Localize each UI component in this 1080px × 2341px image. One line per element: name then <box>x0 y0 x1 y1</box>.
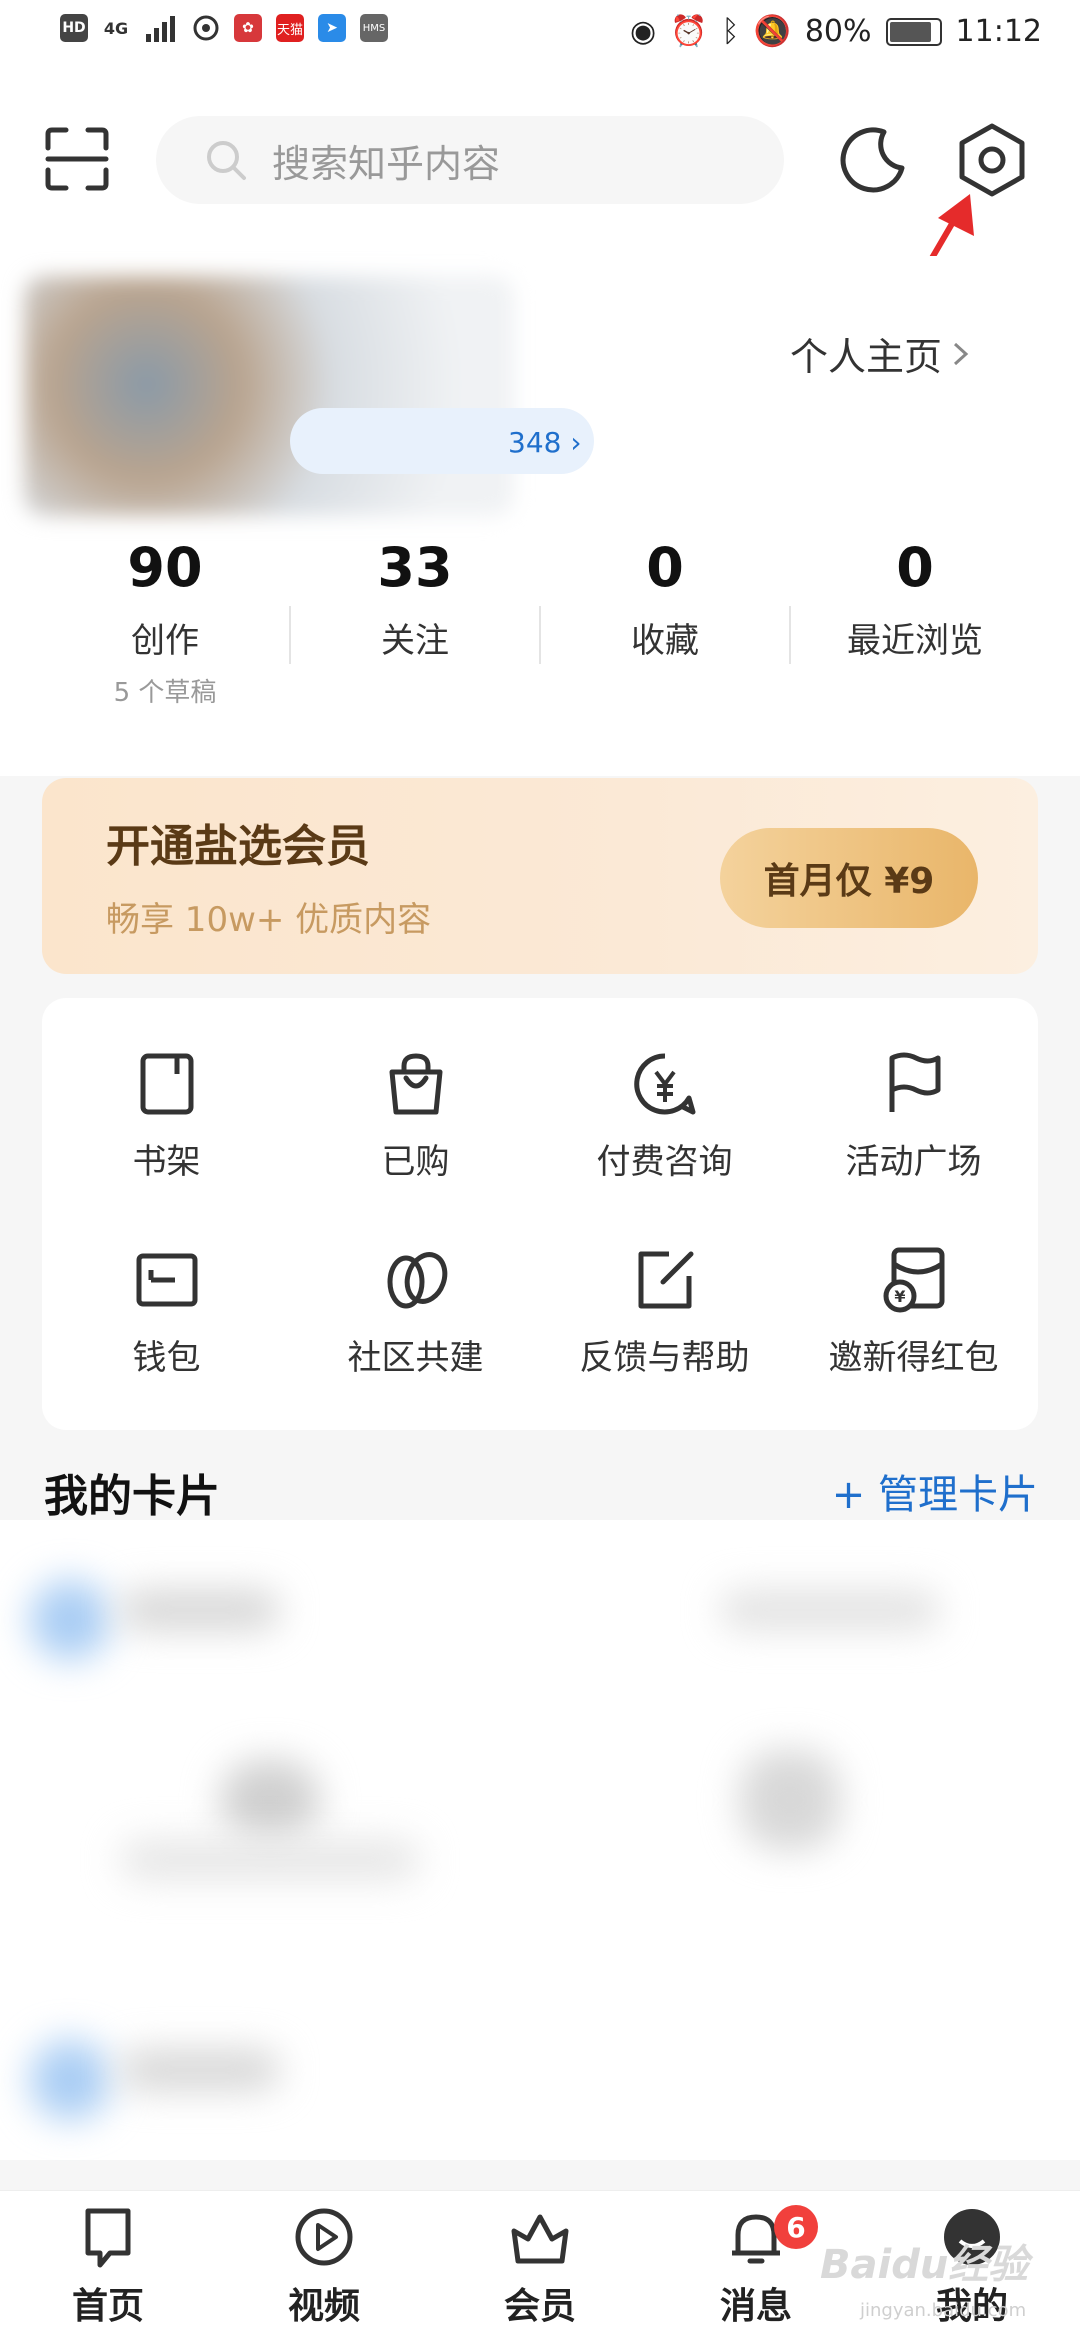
stat-label: 收藏 <box>631 621 699 661</box>
stat-label: 最近浏览 <box>847 621 983 661</box>
watermark: Baidu经验 <box>820 2242 1029 2288</box>
stat-following[interactable]: 33 关注 <box>290 536 540 662</box>
grid-label: 书架 <box>132 1142 201 1182</box>
stat-favorites[interactable]: 0 收藏 <box>540 536 790 662</box>
nav-video[interactable]: 视频 <box>216 2205 432 2329</box>
profile-section: 348 › 个人主页 90 创作 5 个草稿 33 关注 0 收藏 0 最近浏览 <box>0 256 1080 776</box>
grid-label: 钱包 <box>132 1338 201 1378</box>
stat-drafts: 5 个草稿 <box>113 678 217 708</box>
home-icon <box>85 2208 131 2268</box>
search-icon <box>207 141 246 180</box>
clock: 11:12 <box>955 14 1042 49</box>
search-placeholder: 搜索知乎内容 <box>272 141 501 186</box>
grid-label: 邀新得红包 <box>828 1338 999 1378</box>
nav-vip[interactable]: 会员 <box>432 2205 648 2329</box>
vip-subtitle: 畅享 10w+ 优质内容 <box>106 900 432 940</box>
video-icon <box>295 2208 353 2266</box>
hd-icon: HD <box>60 14 88 42</box>
scan-icon[interactable] <box>44 126 110 192</box>
grid-item-invite[interactable]: ¥ 邀新得红包 <box>789 1194 1038 1394</box>
stat-num: 0 <box>646 536 684 599</box>
wallet-icon <box>136 1253 197 1307</box>
nav-home[interactable]: 首页 <box>0 2205 216 2329</box>
stat-creations[interactable]: 90 创作 5 个草稿 <box>40 536 290 709</box>
svg-text:¥: ¥ <box>894 1287 905 1306</box>
edit-icon <box>638 1251 693 1309</box>
chevron-right-icon <box>954 342 969 365</box>
manage-cards-button[interactable]: + 管理卡片 <box>832 1462 1038 1520</box>
paper-plane-icon: ➤ <box>318 14 346 42</box>
user-id-suffix: 348 › <box>508 426 582 459</box>
red-packet-icon: ¥ <box>883 1247 944 1313</box>
vip-title: 开通盐选会员 <box>106 821 370 872</box>
cards-content-blurred <box>0 1520 1080 2160</box>
netease-icon <box>193 15 219 41</box>
services-grid: 书架 已购 付费咨询 活动广场 钱包 社区共建 反馈与帮助 ¥ 邀新得红包 <box>42 998 1038 1430</box>
status-right: ◉ ⏰ ᛒ 🔕 80% 11:12 <box>630 14 1042 49</box>
bluetooth-icon: ᛒ <box>721 14 740 49</box>
grid-item-purchased[interactable]: 已购 <box>291 998 540 1198</box>
status-bar: HD 4G ✿ 天猫 ➤ HMS ◉ ⏰ ᛒ 🔕 80% 11:12 <box>0 0 1080 76</box>
status-left-icons: HD 4G ✿ 天猫 ➤ HMS <box>60 14 388 42</box>
avatar-blurred[interactable] <box>24 276 514 516</box>
grid-item-feedback[interactable]: 反馈与帮助 <box>540 1194 789 1394</box>
battery-percent: 80% <box>804 14 872 49</box>
leaves-icon <box>387 1252 447 1309</box>
eye-icon: ◉ <box>629 14 657 49</box>
grid-label: 付费咨询 <box>596 1142 733 1182</box>
watermark-sub: jingyan.baidu.com <box>860 2300 1027 2321</box>
message-badge: 6 <box>774 2205 818 2249</box>
shopping-bag-icon <box>389 1053 442 1115</box>
stat-recent[interactable]: 0 最近浏览 <box>790 536 1040 662</box>
grid-item-bookshelf[interactable]: 书架 <box>42 998 291 1198</box>
grid-item-wallet[interactable]: 钱包 <box>42 1194 291 1394</box>
my-cards-title: 我的卡片 <box>44 1471 220 1522</box>
signal-icon <box>146 16 175 42</box>
stat-num: 33 <box>377 536 453 599</box>
search-input[interactable]: 搜索知乎内容 <box>156 116 784 204</box>
alarm-icon: ⏰ <box>670 14 708 49</box>
stat-num: 0 <box>896 536 934 599</box>
hms-icon: HMS <box>360 14 388 42</box>
grid-label: 活动广场 <box>845 1142 982 1182</box>
settings-gear-icon[interactable] <box>954 122 1030 198</box>
paid-consult-icon <box>633 1053 695 1115</box>
night-mode-icon[interactable] <box>836 124 908 196</box>
stat-num: 90 <box>127 536 203 599</box>
network-type-icon: 4G <box>102 14 130 42</box>
grid-label: 社区共建 <box>347 1338 484 1378</box>
stat-label: 关注 <box>381 621 449 661</box>
nav-label: 视频 <box>287 2286 360 2327</box>
mute-bell-icon: 🔕 <box>753 14 791 49</box>
flag-icon <box>889 1052 940 1112</box>
nav-label: 消息 <box>719 2286 792 2327</box>
battery-icon <box>885 17 942 46</box>
grid-item-events[interactable]: 活动广场 <box>789 998 1038 1198</box>
nav-label: 会员 <box>503 2286 576 2327</box>
app-red-icon: ✿ <box>234 14 262 42</box>
grid-label: 已购 <box>381 1142 450 1182</box>
nav-label: 首页 <box>71 2286 144 2327</box>
vip-button[interactable]: 首月仅 ¥9 <box>720 828 978 928</box>
grid-item-community[interactable]: 社区共建 <box>291 1194 540 1394</box>
personal-homepage-link[interactable]: 个人主页 <box>790 326 972 381</box>
homepage-label: 个人主页 <box>790 335 943 379</box>
bookshelf-icon <box>140 1053 193 1115</box>
crown-icon <box>511 2214 569 2264</box>
stat-label: 创作 <box>131 621 199 661</box>
tmall-icon: 天猫 <box>276 14 304 42</box>
vip-banner[interactable]: 开通盐选会员 畅享 10w+ 优质内容 首月仅 ¥9 <box>42 778 1038 974</box>
grid-item-paid-consult[interactable]: 付费咨询 <box>540 998 789 1198</box>
grid-label: 反馈与帮助 <box>579 1338 750 1378</box>
